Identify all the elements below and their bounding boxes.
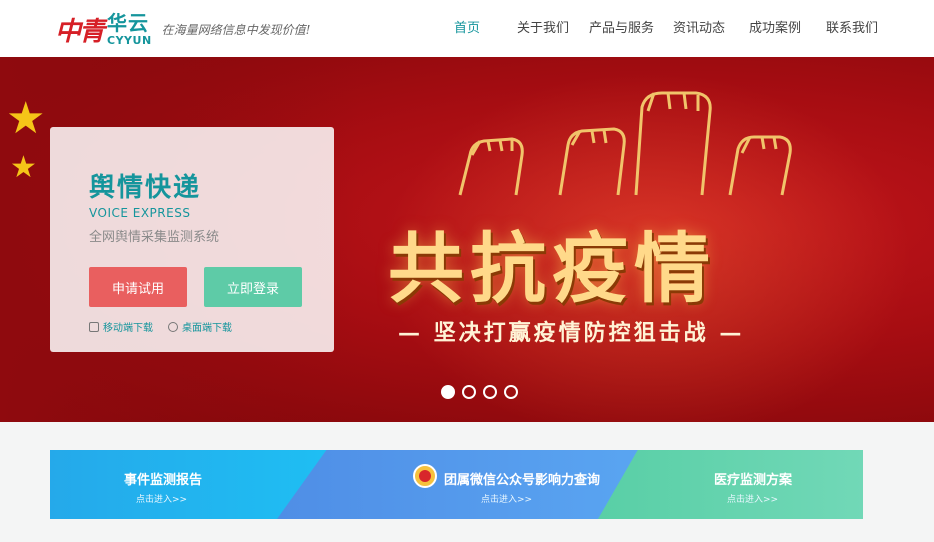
tile-enter-link: 点击进入>> [727, 495, 779, 505]
slogan: 在海量网络信息中发现价值! [161, 22, 311, 37]
nav-cases[interactable]: 成功案例 [749, 17, 801, 36]
carousel-dot-4[interactable] [504, 385, 518, 399]
nav-products[interactable]: 产品与服务 [589, 17, 654, 36]
mobile-icon [89, 321, 99, 332]
mobile-download-link[interactable]: 移动端下载 [89, 319, 153, 334]
product-title: 舆情快递 [89, 173, 202, 203]
nav-home[interactable]: 首页 [454, 17, 480, 36]
tile-wechat-influence[interactable]: 团属微信公众号影响力查询 点击进入>> [277, 450, 657, 519]
logo-en: CYYUN [107, 33, 152, 47]
desktop-download-link[interactable]: 桌面端下载 [168, 319, 232, 334]
raised-fists-graphic [458, 91, 792, 196]
site-header: 中青 华云 CYYUN 在海量网络信息中发现价值! 首页 关于我们 产品与服务 … [0, 0, 934, 57]
banner-subline: — 坚决打赢疫情防控狙击战 — [398, 320, 745, 346]
logo[interactable]: 中青 华云 CYYUN 在海量网络信息中发现价值! [55, 7, 311, 51]
login-button[interactable]: 立即登录 [204, 267, 302, 307]
nav-about[interactable]: 关于我们 [517, 17, 569, 36]
product-description: 全网舆情采集监测系统 [89, 230, 220, 245]
carousel-dot-3[interactable] [483, 385, 497, 399]
desktop-icon [168, 321, 178, 332]
banner-headline: 共抗疫情 [388, 224, 716, 313]
tile-title: 事件监测报告 [124, 473, 203, 488]
carousel-dot-1[interactable] [441, 385, 455, 399]
product-subtitle-en: VOICE EXPRESS [89, 206, 191, 220]
star-icon: ★ [10, 150, 37, 185]
desktop-download-label: 桌面端下载 [182, 323, 232, 334]
nav-news[interactable]: 资讯动态 [673, 17, 725, 36]
mobile-download-label: 移动端下载 [103, 323, 153, 334]
youth-league-badge-icon [413, 464, 437, 488]
tile-enter-link: 点击进入>> [481, 495, 533, 505]
carousel-dots [441, 385, 525, 399]
tile-medical-monitoring[interactable]: 医疗监测方案 点击进入>> [598, 450, 863, 519]
star-icon: ★ [6, 93, 46, 144]
tile-title: 医疗监测方案 [714, 473, 793, 488]
feature-tiles: 事件监测报告 点击进入>> 团属微信公众号影响力查询 点击进入>> 医疗监测方案… [50, 450, 863, 519]
logo-cn: 华云 [107, 10, 150, 35]
logo-mark: 中青 [55, 16, 105, 47]
nav-contact[interactable]: 联系我们 [826, 17, 878, 36]
apply-trial-button[interactable]: 申请试用 [89, 267, 187, 307]
product-card: 舆情快递 VOICE EXPRESS 全网舆情采集监测系统 申请试用 立即登录 … [50, 127, 334, 352]
tile-enter-link: 点击进入>> [136, 495, 188, 505]
logo-text: 华云 CYYUN [107, 13, 152, 46]
carousel-dot-2[interactable] [462, 385, 476, 399]
hero-banner: ★ ★ 共抗疫情 — 坚决打赢疫情防控狙击战 — 舆情快递 VOICE EXPR… [0, 57, 934, 422]
tile-title: 团属微信公众号影响力查询 [444, 473, 601, 488]
